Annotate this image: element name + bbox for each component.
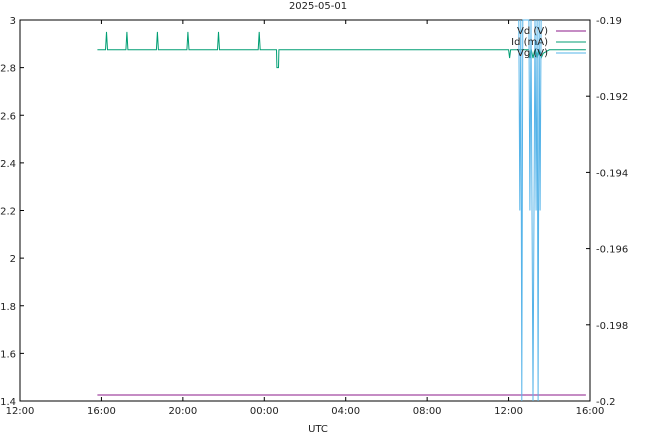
- y2-tick-label: -0.2: [596, 397, 616, 408]
- y-tick-label: 1.8: [0, 302, 16, 313]
- y2-tick-label: -0.19: [596, 16, 622, 27]
- x-tick-label: 00:00: [250, 406, 279, 417]
- y-tick-label: 2.6: [0, 111, 16, 122]
- y-tick-label: 1.6: [0, 349, 16, 360]
- y-tick-label: 2: [10, 254, 16, 265]
- y2-tick-label: -0.196: [596, 245, 628, 256]
- y-tick-label: 2.2: [0, 207, 16, 218]
- legend-label: Id (mA): [511, 37, 548, 48]
- chart: 2025-05-01 UTC 12:00 16:00 20:00 00:00 04:00…: [0, 1, 628, 432]
- plot-frame: [19, 19, 591, 402]
- legend-label: Vd (V): [517, 26, 548, 37]
- y2-tick-label: -0.198: [596, 321, 628, 332]
- y2-tick-label: -0.194: [596, 168, 628, 179]
- x-axis-label: UTC: [308, 424, 328, 432]
- y-tick-label: 1.4: [0, 397, 16, 408]
- x-tick-label: 16:00: [87, 406, 116, 417]
- y-tick-label: 2.8: [0, 64, 16, 75]
- chart-title: 2025-05-01: [289, 1, 347, 12]
- legend: Vd (V)Id (mA)Vg (V): [511, 26, 586, 59]
- y2-tick-label: -0.192: [596, 92, 628, 103]
- x-tick-label: 08:00: [413, 406, 442, 417]
- y-tick-label: 2.4: [0, 159, 16, 170]
- x-tick-label: 20:00: [168, 406, 197, 417]
- x-tick-label: 12:00: [494, 406, 523, 417]
- series-lines: [97, 19, 586, 402]
- series-line-2: [518, 19, 542, 402]
- legend-label: Vg (V): [517, 48, 548, 59]
- y-tick-label: 3: [10, 16, 16, 27]
- x-tick-label: 04:00: [331, 406, 360, 417]
